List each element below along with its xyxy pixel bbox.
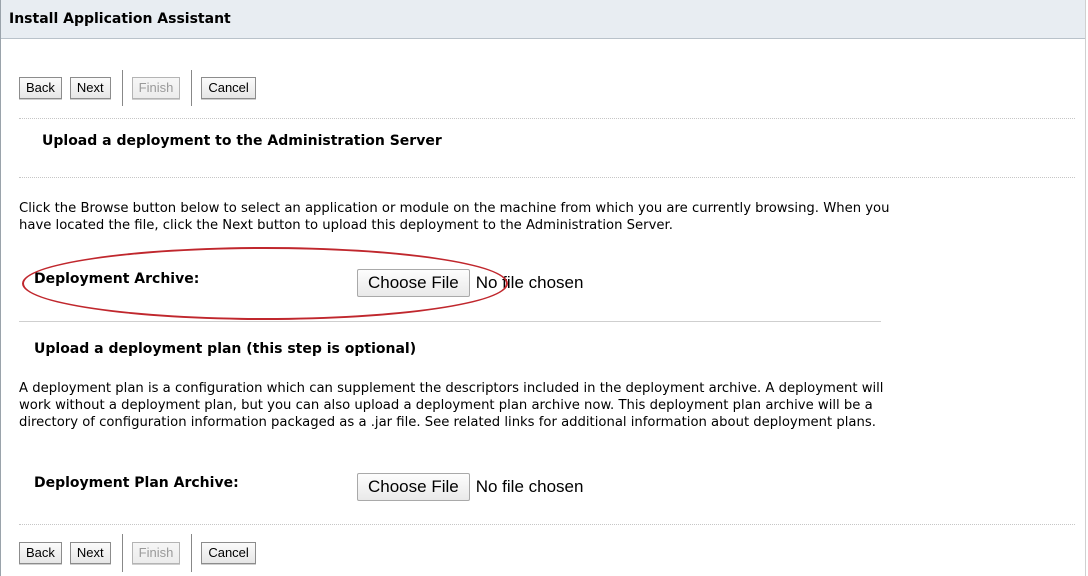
finish-button: Finish [131,77,181,99]
deployment-plan-file-input[interactable]: Choose File No file chosen [357,473,583,501]
upload-plan-heading: Upload a deployment plan (this step is o… [34,341,417,357]
toolbar-divider [191,70,193,106]
deployment-plan-archive-label: Deployment Plan Archive: [34,475,239,491]
deployment-plan-file-status: No file chosen [475,477,584,496]
section-divider [19,524,1075,525]
section-divider [19,321,881,322]
toolbar-divider [121,534,123,572]
section-divider [19,177,1075,178]
deployment-plan-choose-file-button[interactable]: Choose File [357,473,470,501]
section-divider [19,118,1075,119]
description-line: have located the file, click the Next bu… [19,218,673,233]
toolbar-divider [191,534,193,572]
deployment-archive-file-status: No file chosen [475,273,584,292]
toolbar-divider [121,70,123,106]
next-button[interactable]: Next [69,542,111,564]
back-button[interactable]: Back [19,77,62,99]
upload-deployment-heading: Upload a deployment to the Administratio… [42,133,442,149]
description-line: work without a deployment plan, but you … [19,398,873,413]
install-assistant-panel: Install Application Assistant Back Next … [0,0,1086,576]
back-button[interactable]: Back [19,542,62,564]
top-toolbar: Back Next Finish Cancel [19,70,264,106]
cancel-button[interactable]: Cancel [201,542,256,564]
upload-plan-description: A deployment plan is a configuration whi… [19,380,1079,431]
next-button[interactable]: Next [69,77,111,99]
description-line: directory of configuration information p… [19,415,876,430]
deployment-archive-file-input[interactable]: Choose File No file chosen [357,269,583,297]
description-line: A deployment plan is a configuration whi… [19,381,884,396]
upload-deployment-description: Click the Browse button below to select … [19,200,1079,234]
deployment-archive-choose-file-button[interactable]: Choose File [357,269,470,297]
bottom-toolbar: Back Next Finish Cancel [19,534,264,572]
cancel-button[interactable]: Cancel [201,77,256,99]
finish-button: Finish [131,542,181,564]
panel-title-bar: Install Application Assistant [1,0,1085,39]
deployment-archive-label: Deployment Archive: [34,271,200,287]
description-line: Click the Browse button below to select … [19,201,890,216]
panel-title: Install Application Assistant [9,11,231,27]
